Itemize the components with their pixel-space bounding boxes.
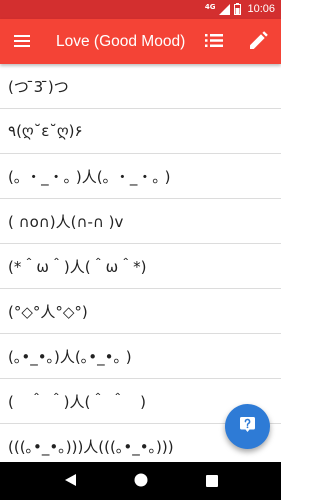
status-icons: 4G 10:06 xyxy=(205,2,275,17)
list-item[interactable]: (｡ ・_・｡ )人(｡ ・_・｡ ) xyxy=(0,154,281,199)
help-button[interactable] xyxy=(225,404,270,449)
home-icon xyxy=(134,472,148,491)
status-bar: 4G 10:06 xyxy=(0,0,281,19)
list-button[interactable] xyxy=(194,19,234,64)
list-icon xyxy=(205,32,223,51)
navigation-bar xyxy=(0,462,281,500)
app-bar: Love (Good Mood) xyxy=(0,19,281,64)
back-icon xyxy=(64,472,77,491)
home-button[interactable] xyxy=(121,462,161,500)
signal-icon xyxy=(219,0,231,19)
menu-button[interactable] xyxy=(2,19,42,64)
emoticon-list: (つ ̄3 ̄)つ ٩(ღ˘ε˘ღ)۶ (｡ ・_・｡ )人(｡ ・_・｡ ) … xyxy=(0,64,281,462)
edit-button[interactable] xyxy=(239,19,279,64)
edit-icon xyxy=(250,30,268,53)
clock: 10:06 xyxy=(247,3,275,15)
recents-button[interactable] xyxy=(192,462,232,500)
list-item[interactable]: (°◇°人°◇°) xyxy=(0,289,281,334)
network-type-label: 4G xyxy=(204,2,216,11)
list-item[interactable]: (｡•_•｡)人(｡•_•｡ ) xyxy=(0,334,281,379)
page-title: Love (Good Mood) xyxy=(56,33,186,50)
back-button[interactable] xyxy=(50,462,90,500)
list-item[interactable]: ( ∩o∩)人(∩-∩ )v xyxy=(0,199,281,244)
list-item[interactable]: (つ ̄3 ̄)つ xyxy=(0,64,281,109)
list-item[interactable]: (*＾ω＾)人(＾ω＾*) xyxy=(0,244,281,289)
battery-icon xyxy=(234,0,242,19)
help-icon xyxy=(240,417,255,436)
recents-icon xyxy=(206,472,218,491)
menu-icon xyxy=(14,32,30,51)
list-item[interactable]: ٩(ღ˘ε˘ღ)۶ xyxy=(0,109,281,154)
screen: 4G 10:06 Love (Good Mood) (つ ̄3 ̄)つ ٩(ღ˘… xyxy=(0,0,281,500)
